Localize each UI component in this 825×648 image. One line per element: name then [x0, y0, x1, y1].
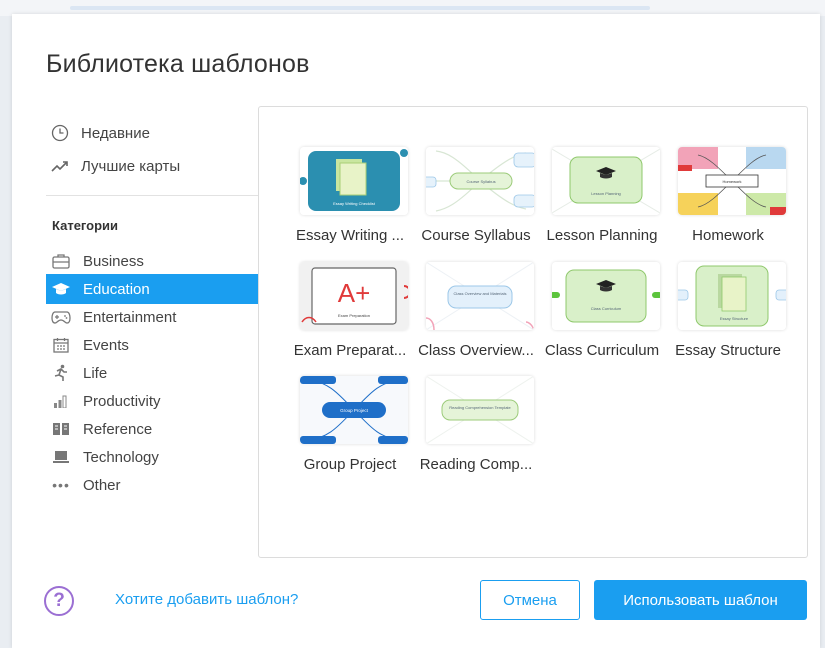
sidebar-item-top-maps[interactable]: Лучшие карты [50, 155, 180, 177]
template-card[interactable]: A+ Exam Preparation Exam Preparat... [287, 262, 413, 374]
category-other[interactable]: ••• Other [46, 470, 258, 500]
category-label: Technology [83, 448, 159, 466]
template-label: Course Syllabus [421, 227, 531, 244]
template-card[interactable]: Lesson Planning Lesson Planning [539, 147, 665, 259]
category-life[interactable]: Life [46, 358, 258, 388]
thumb-caption: Lesson Planning [591, 191, 621, 196]
template-label: Homework [692, 227, 764, 244]
template-card[interactable]: Reading Comprehension Template Reading C… [413, 376, 539, 488]
thumb-caption: Homework [722, 179, 741, 184]
thumb-caption: Essay Writing Checklist [333, 201, 376, 206]
laptop-icon [51, 450, 71, 464]
thumb-caption: Class Curriculum [591, 306, 622, 311]
more-icon: ••• [52, 477, 70, 493]
template-thumbnail: A+ Exam Preparation [300, 262, 408, 330]
bar-chart-icon [51, 394, 71, 408]
template-label: Essay Structure [675, 342, 781, 359]
book-icon [51, 422, 71, 436]
sidebar-item-recent[interactable]: Недавние [50, 122, 150, 144]
template-card[interactable]: Class Overview and Materials Class Overv… [413, 262, 539, 374]
category-label: Education [83, 280, 150, 298]
graduation-cap-icon [51, 281, 71, 297]
template-thumbnail: Lesson Planning [552, 147, 660, 215]
category-label: Events [83, 336, 129, 354]
running-person-icon [51, 364, 71, 382]
template-card[interactable]: Essay Writing Checklist Essay Writing ..… [287, 147, 413, 259]
gamepad-icon [51, 310, 71, 324]
template-thumbnail: Homework [678, 147, 786, 215]
thumb-caption: Group Project [340, 408, 369, 413]
category-entertainment[interactable]: Entertainment [46, 302, 258, 332]
template-thumbnail: Essay Structure [678, 262, 786, 330]
category-technology[interactable]: Technology [46, 442, 258, 472]
clock-icon [50, 124, 70, 142]
template-thumbnail: Essay Writing Checklist [300, 147, 408, 215]
templates-panel: Essay Writing Checklist Essay Writing ..… [258, 106, 808, 558]
briefcase-icon [51, 253, 71, 269]
template-label: Lesson Planning [546, 227, 658, 244]
category-business[interactable]: Business [46, 246, 258, 276]
template-thumbnail: Class Curriculum [552, 262, 660, 330]
trending-icon [50, 159, 70, 173]
category-label: Business [83, 252, 144, 270]
thumb-caption: Essay Structure [720, 316, 749, 321]
category-label: Entertainment [83, 308, 177, 326]
dialog-title: Библиотека шаблонов [46, 50, 310, 78]
thumb-caption: Class Overview and Materials [454, 291, 507, 296]
template-label: Group Project [303, 456, 397, 473]
category-label: Productivity [83, 392, 161, 410]
template-label: Exam Preparat... [293, 342, 407, 359]
thumb-grade: A+ [338, 278, 371, 308]
thumb-caption: Exam Preparation [338, 313, 370, 318]
sidebar-item-label: Недавние [81, 124, 150, 142]
template-label: Essay Writing ... [295, 227, 405, 244]
template-card[interactable]: Class Curriculum Class Curriculum [539, 262, 665, 374]
sidebar-divider [46, 195, 258, 196]
help-icon[interactable]: ? [44, 586, 74, 616]
use-template-button[interactable]: Использовать шаблон [594, 580, 807, 620]
template-card[interactable]: Homework Homework [665, 147, 791, 259]
template-library-dialog: Библиотека шаблонов Недавние Лучшие карт… [12, 14, 820, 648]
category-reference[interactable]: Reference [46, 414, 258, 444]
template-card[interactable]: Group Project Group Project [287, 376, 413, 488]
category-label: Reference [83, 420, 153, 438]
categories-heading: Категории [52, 218, 119, 233]
template-thumbnail: Course Syllabus [426, 147, 534, 215]
template-card[interactable]: Course Syllabus Course Syllabus [413, 147, 539, 259]
cancel-button[interactable]: Отмена [480, 580, 580, 620]
template-thumbnail: Class Overview and Materials [426, 262, 534, 330]
thumb-caption: Reading Comprehension Template [449, 405, 511, 410]
template-label: Class Overview... [418, 342, 534, 359]
category-label: Life [83, 364, 108, 382]
category-events[interactable]: Events [46, 330, 258, 360]
template-label: Class Curriculum [544, 342, 660, 359]
template-thumbnail: Reading Comprehension Template [426, 376, 534, 444]
thumb-caption: Course Syllabus [466, 179, 495, 184]
template-thumbnail: Group Project [300, 376, 408, 444]
category-productivity[interactable]: Productivity [46, 386, 258, 416]
category-label: Other [83, 476, 121, 494]
calendar-icon [51, 337, 71, 353]
category-education[interactable]: Education [46, 274, 258, 304]
template-label: Reading Comp... [419, 456, 533, 473]
template-card[interactable]: Essay Structure Essay Structure [665, 262, 791, 374]
sidebar-item-label: Лучшие карты [81, 157, 181, 175]
add-template-link[interactable]: Хотите добавить шаблон? [115, 591, 298, 608]
